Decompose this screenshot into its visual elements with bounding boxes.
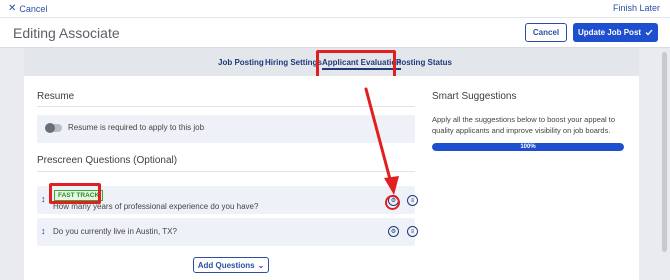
resume-required-toggle[interactable] [45, 123, 62, 133]
close-icon: ✕ [8, 3, 17, 14]
checkmark-icon [645, 29, 653, 36]
resume-toggle-label: Resume is required to apply to this job [68, 123, 205, 132]
fast-track-settings-icon[interactable]: ⚙ [388, 226, 399, 237]
divider [37, 106, 415, 107]
tab-posting-status[interactable]: Posting Status [396, 58, 452, 67]
finish-later-link[interactable]: Finish Later [613, 3, 660, 13]
tab-hiring-settings[interactable]: Hiring Settings [265, 58, 322, 67]
progress-label: 100% [520, 144, 536, 150]
cancel-link-label: Cancel [19, 3, 48, 14]
add-questions-button[interactable]: Add Questions ⌄ [193, 257, 269, 273]
cancel-link[interactable]: ✕ Cancel [8, 3, 47, 14]
fast-track-highlight-annotation [49, 183, 101, 204]
drag-handle-icon[interactable]: ↕ [41, 226, 46, 236]
update-job-post-button[interactable]: Update Job Post [573, 23, 658, 42]
toggle-knob [45, 123, 55, 133]
scrollbar-thumb[interactable] [662, 52, 667, 252]
cancel-button[interactable]: Cancel [525, 23, 567, 42]
page-title: Editing Associate [13, 25, 120, 41]
update-job-post-label: Update Job Post [577, 28, 642, 37]
question-text: Do you currently live in Austin, TX? [53, 227, 177, 236]
question-row[interactable]: ↕ Do you currently live in Austin, TX? ⚙… [37, 218, 418, 246]
drag-handle-icon[interactable]: ↕ [41, 194, 46, 204]
top-bar: ✕ Cancel Finish Later [0, 0, 670, 18]
page-header: Editing Associate Cancel Update Job Post [0, 18, 670, 48]
chevron-down-icon: ⌄ [257, 260, 265, 270]
tab-job-posting[interactable]: Job Posting [218, 58, 264, 67]
add-questions-label: Add Questions [197, 260, 255, 270]
resume-setting-row: Resume is required to apply to this job [37, 115, 415, 143]
smart-suggestions-title: Smart Suggestions [432, 91, 517, 102]
options-icon[interactable]: ≡ [407, 195, 418, 206]
prescreen-section-title: Prescreen Questions (Optional) [37, 155, 178, 166]
smart-suggestions-description: Apply all the suggestions below to boost… [432, 115, 616, 135]
suggestions-progress-bar: 100% [432, 143, 624, 151]
tab-highlight-annotation [316, 50, 396, 79]
divider [37, 171, 415, 172]
resume-section-title: Resume [37, 91, 75, 102]
options-icon[interactable]: ≡ [407, 226, 418, 237]
arrow-annotation-icon [364, 87, 399, 195]
icon-highlight-annotation [385, 195, 400, 210]
